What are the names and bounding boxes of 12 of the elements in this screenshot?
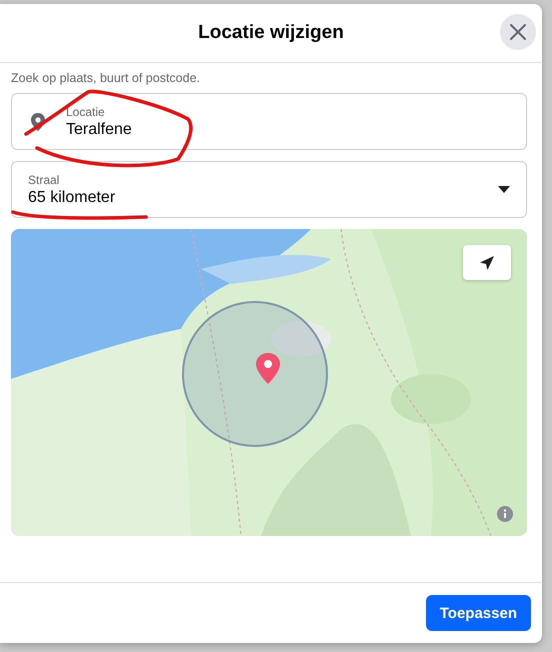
apply-button[interactable]: Toepassen [426,595,531,631]
dialog-title: Locatie wijzigen [198,22,344,44]
navigation-arrow-icon [479,254,495,270]
close-button[interactable] [500,14,536,50]
info-icon[interactable] [497,506,513,522]
hint-text: Zoek op plaats, buurt of postcode. [11,71,202,85]
location-field[interactable]: Locatie Teralfene [11,93,527,150]
location-pin-icon [30,112,46,132]
radius-dropdown[interactable]: Straal 65 kilometer [11,161,527,218]
close-icon [508,22,528,42]
locate-button[interactable] [463,245,511,280]
caret-icon [498,186,510,193]
